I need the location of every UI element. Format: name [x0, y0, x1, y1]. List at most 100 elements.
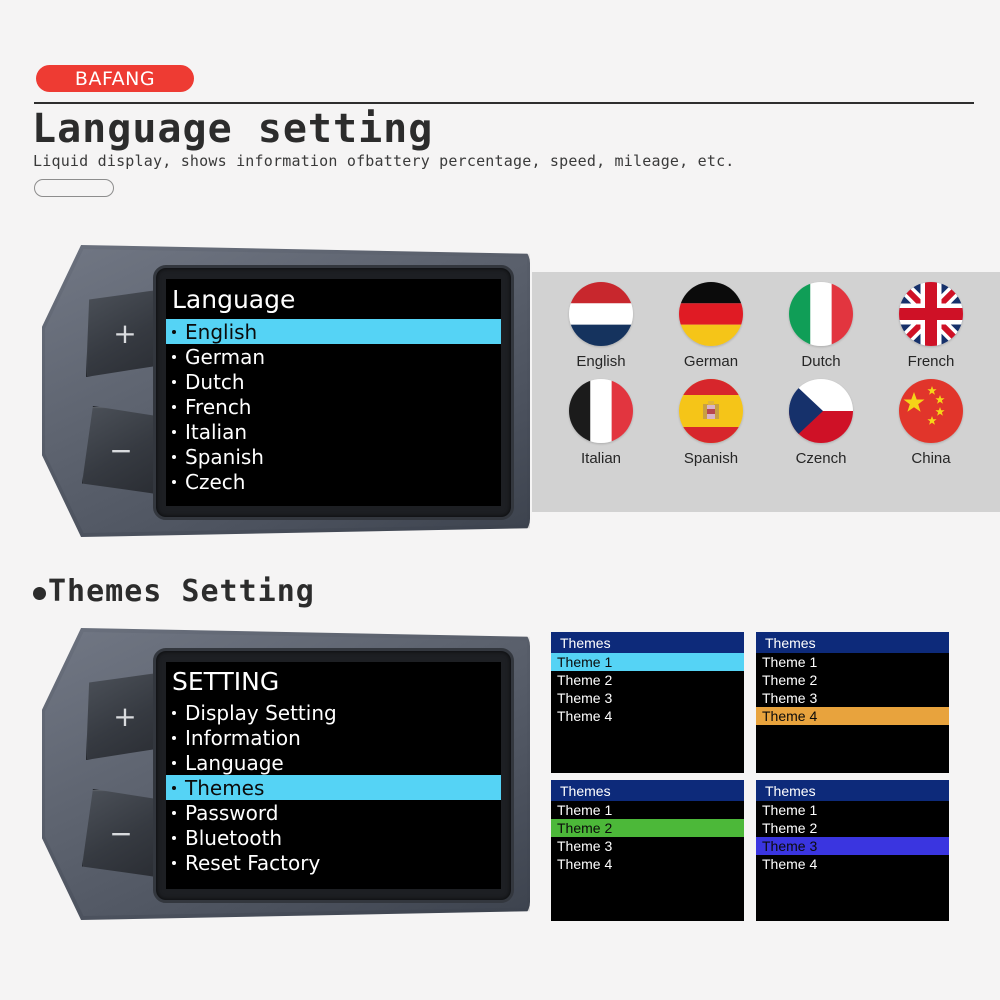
theme-panel-2[interactable]: Themes Theme 1 Theme 2 Theme 3 Theme 4	[756, 632, 949, 773]
germany-flag-icon	[679, 282, 743, 346]
theme-list-item[interactable]: Theme 1	[551, 801, 744, 819]
flag-label: Spanish	[683, 450, 739, 467]
theme-list-item[interactable]: Theme 3	[756, 689, 949, 707]
menu-item[interactable]: French	[166, 394, 501, 419]
lcd-screen[interactable]: Language English German Dutch French Italian…	[166, 279, 501, 506]
menu-item[interactable]: Themes	[166, 775, 501, 800]
bullet-dot-icon	[172, 479, 176, 484]
brand-badge: BAFANG	[36, 65, 194, 92]
bullet-dot-icon	[172, 379, 176, 384]
theme-list-item[interactable]: Theme 2	[756, 671, 949, 689]
flag-grid: English German Dutch French Italian Spanish Cz…	[546, 282, 986, 476]
plus-button-label: +	[113, 316, 137, 350]
lcd-screen[interactable]: SETTING Display Setting Information Langua…	[166, 662, 501, 889]
menu-item[interactable]: Language	[166, 750, 501, 775]
page-title: Language setting	[32, 106, 434, 152]
italy-flag-icon	[789, 282, 853, 346]
flag-item[interactable]: China	[876, 379, 986, 467]
minus-button-label: −	[109, 433, 133, 467]
menu-item-label: Bluetooth	[185, 825, 283, 850]
bullet-dot-icon	[172, 785, 176, 790]
lcd-bezel: Language English German Dutch French Italian…	[153, 265, 514, 520]
menu-item[interactable]: English	[166, 319, 501, 344]
language-menu-list[interactable]: English German Dutch French Italian Spanish Cz…	[166, 319, 501, 494]
theme-panel-header: Themes	[551, 780, 744, 801]
flag-label: China	[911, 450, 951, 467]
flag-item[interactable]: German	[656, 282, 766, 370]
bullet-dot-icon	[172, 835, 176, 840]
menu-item-label: Czech	[185, 469, 246, 494]
menu-item-label: English	[185, 319, 258, 344]
setting-menu-list[interactable]: Display Setting Information Language Themes…	[166, 700, 501, 875]
theme-list[interactable]: Theme 1 Theme 2 Theme 3 Theme 4	[756, 653, 949, 725]
menu-item[interactable]: Display Setting	[166, 700, 501, 725]
lcd-title: SETTING	[172, 667, 280, 696]
theme-list-item[interactable]: Theme 2	[551, 819, 744, 837]
theme-list-item[interactable]: Theme 4	[756, 855, 949, 873]
menu-item-label: Display Setting	[185, 700, 337, 725]
lcd-title: Language	[172, 285, 296, 314]
menu-item-label: Dutch	[185, 369, 245, 394]
page-subtitle: Liquid display, shows information ofbatt…	[33, 152, 735, 170]
theme-list-item[interactable]: Theme 3	[756, 837, 949, 855]
menu-item-label: German	[185, 344, 266, 369]
france-flag-icon	[569, 379, 633, 443]
flag-item[interactable]: Italian	[546, 379, 656, 467]
menu-item[interactable]: Reset Factory	[166, 850, 501, 875]
section-title-label: Themes Setting	[48, 574, 315, 609]
bullet-dot-icon	[33, 587, 46, 600]
brand-label: BAFANG	[74, 67, 156, 90]
flag-label: Italian	[580, 450, 622, 467]
theme-list-item[interactable]: Theme 4	[551, 855, 744, 873]
netherlands-flag-icon	[569, 282, 633, 346]
theme-panel-1[interactable]: Themes Theme 1 Theme 2 Theme 3 Theme 4	[551, 632, 744, 773]
czech-republic-flag-icon	[789, 379, 853, 443]
menu-item-label: Italian	[185, 419, 248, 444]
flag-item[interactable]: English	[546, 282, 656, 370]
theme-list-item[interactable]: Theme 1	[756, 653, 949, 671]
bullet-dot-icon	[172, 354, 176, 359]
menu-item[interactable]: Password	[166, 800, 501, 825]
section-title-themes: Themes Setting	[33, 574, 315, 609]
bullet-dot-icon	[172, 810, 176, 815]
theme-list-item[interactable]: Theme 4	[551, 707, 744, 725]
flag-label: Czench	[795, 450, 847, 467]
theme-panel-header: Themes	[756, 632, 949, 653]
flag-item[interactable]: French	[876, 282, 986, 370]
menu-item[interactable]: Italian	[166, 419, 501, 444]
menu-item-label: Information	[185, 725, 301, 750]
theme-list-item[interactable]: Theme 3	[551, 837, 744, 855]
theme-list[interactable]: Theme 1 Theme 2 Theme 3 Theme 4	[551, 801, 744, 873]
theme-list-item[interactable]: Theme 4	[756, 707, 949, 725]
bullet-dot-icon	[172, 429, 176, 434]
menu-item-label: Reset Factory	[185, 850, 321, 875]
minus-button[interactable]: −	[82, 789, 160, 877]
menu-item-label: Spanish	[185, 444, 264, 469]
theme-list-item[interactable]: Theme 2	[756, 819, 949, 837]
menu-item[interactable]: Information	[166, 725, 501, 750]
menu-item[interactable]: Bluetooth	[166, 825, 501, 850]
theme-list-item[interactable]: Theme 2	[551, 671, 744, 689]
theme-panel-4[interactable]: Themes Theme 1 Theme 2 Theme 3 Theme 4	[756, 780, 949, 921]
theme-list-item[interactable]: Theme 1	[756, 801, 949, 819]
flag-item[interactable]: Czench	[766, 379, 876, 467]
menu-item[interactable]: German	[166, 344, 501, 369]
menu-item-label: Themes	[185, 775, 265, 800]
minus-button-label: −	[109, 816, 133, 850]
menu-item[interactable]: Czech	[166, 469, 501, 494]
menu-item-label: French	[185, 394, 252, 419]
theme-list[interactable]: Theme 1 Theme 2 Theme 3 Theme 4	[551, 653, 744, 725]
flag-panel: English German Dutch French Italian Spanish Cz…	[532, 272, 1000, 512]
theme-list-item[interactable]: Theme 3	[551, 689, 744, 707]
theme-panel-3[interactable]: Themes Theme 1 Theme 2 Theme 3 Theme 4	[551, 780, 744, 921]
bullet-dot-icon	[172, 760, 176, 765]
flag-item[interactable]: Spanish	[656, 379, 766, 467]
menu-item[interactable]: Dutch	[166, 369, 501, 394]
menu-item[interactable]: Spanish	[166, 444, 501, 469]
theme-list-item[interactable]: Theme 1	[551, 653, 744, 671]
theme-list[interactable]: Theme 1 Theme 2 Theme 3 Theme 4	[756, 801, 949, 873]
plus-button-label: +	[113, 699, 137, 733]
minus-button[interactable]: −	[82, 406, 160, 494]
flag-item[interactable]: Dutch	[766, 282, 876, 370]
bullet-dot-icon	[172, 454, 176, 459]
